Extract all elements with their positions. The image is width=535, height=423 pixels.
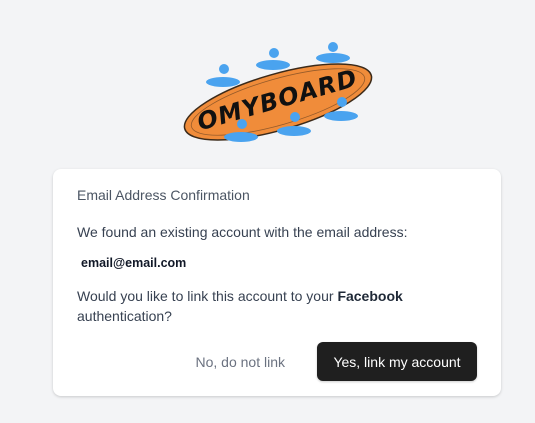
dialog-title: Email Address Confirmation: [77, 187, 250, 203]
omyboard-logo-icon: OMYBOARD: [183, 42, 373, 142]
link-question: Would you like to link this account to y…: [77, 286, 477, 326]
email-confirmation-dialog: Email Address Confirmation We found an e…: [53, 169, 501, 396]
provider-name: Facebook: [337, 288, 403, 304]
email-address: email@email.com: [81, 256, 187, 270]
accept-link-button[interactable]: Yes, link my account: [317, 342, 477, 381]
intro-text: We found an existing account with the em…: [77, 224, 408, 240]
question-prefix: Would you like to link this account to y…: [77, 288, 338, 304]
dialog-actions: No, do not link Yes, link my account: [184, 342, 477, 381]
decline-link-button[interactable]: No, do not link: [184, 346, 298, 378]
question-suffix: authentication?: [77, 308, 172, 324]
omyboard-logo: OMYBOARD: [178, 38, 378, 146]
